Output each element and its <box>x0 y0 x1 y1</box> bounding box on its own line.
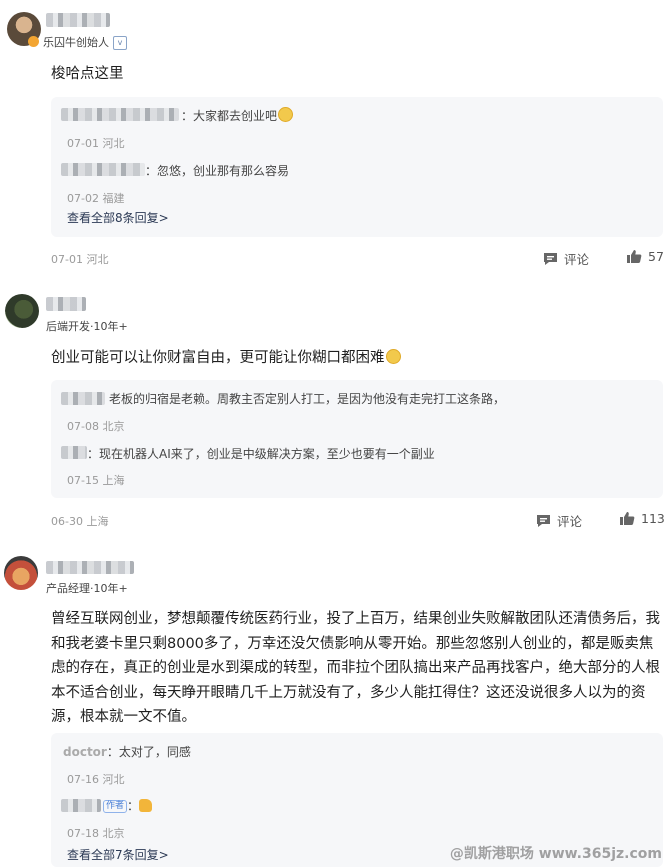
reply-meta: 07-18 北京 <box>67 827 125 840</box>
watermark: @凯斯港职场 www.365jz.com <box>449 846 662 862</box>
reply-username-redacted[interactable] <box>61 163 145 176</box>
username-redacted[interactable] <box>46 561 134 574</box>
like-button[interactable]: 113 <box>619 511 665 526</box>
reply-meta: 07-16 河北 <box>67 773 125 786</box>
comment-button[interactable]: 评论 <box>543 249 589 268</box>
like-count: 57 <box>648 249 664 264</box>
reply-username-redacted[interactable] <box>61 392 105 405</box>
comment-icon <box>544 252 557 265</box>
comment-content: 曾经互联网创业，梦想颠覆传统医药行业，投了上百万，结果创业失败解散团队还清债务后… <box>51 611 660 725</box>
comment-meta: 06-30 上海 <box>51 515 109 528</box>
comment-label: 评论 <box>557 514 583 529</box>
username-redacted[interactable] <box>46 297 86 311</box>
reply-username-redacted[interactable] <box>61 446 87 459</box>
comment-label: 评论 <box>564 252 590 267</box>
username-redacted[interactable] <box>46 13 110 27</box>
reply-meta: 07-15 上海 <box>67 474 125 487</box>
comment-button[interactable]: 评论 <box>536 511 582 530</box>
reply-text: ：大家都去创业吧 <box>181 107 294 124</box>
reply-meta: 07-01 河北 <box>67 137 125 150</box>
reply-box: 老板的归宿是老赖。周教主否定别人打工，是因为他没有走完打工这条路， 07-08 … <box>51 380 663 498</box>
reply-username[interactable]: doctor <box>63 745 107 759</box>
like-button[interactable]: 57 <box>626 249 664 264</box>
comment-content: 梭哈点这里 <box>51 66 124 82</box>
comment-meta: 07-01 河北 <box>51 253 109 266</box>
reply-text: 作者： <box>103 797 153 814</box>
avatar[interactable] <box>5 294 39 328</box>
reply-username-redacted[interactable] <box>61 799 101 812</box>
view-all-replies-link[interactable]: 查看全部7条回复> <box>67 846 169 863</box>
reply-text: ：忽悠，创业那有那么容易 <box>145 164 290 178</box>
reply-meta: 07-02 福建 <box>67 192 125 205</box>
reply-text: 老板的归宿是老赖。周教主否定别人打工，是因为他没有走完打工这条路， <box>109 392 506 406</box>
user-subtitle: 产品经理·10年+ <box>46 582 128 595</box>
author-tag: 作者 <box>103 800 128 813</box>
user-subtitle: 后端开发·10年+ <box>46 320 128 333</box>
avatar[interactable] <box>4 556 38 590</box>
comment-icon <box>537 514 550 527</box>
thumbs-up-emoji <box>139 799 153 812</box>
user-subtitle: 乐囚牛创始人 v <box>28 34 127 50</box>
thumbs-up-icon <box>620 512 635 525</box>
verified-icon: v <box>113 36 127 50</box>
reply-meta: 07-08 北京 <box>67 420 125 433</box>
grin-emoji <box>385 349 401 364</box>
reply-username-redacted[interactable] <box>61 108 179 121</box>
crown-icon <box>28 36 39 47</box>
thumbs-up-icon <box>627 250 642 263</box>
comment-content: 创业可能可以让你财富自由，更可能让你糊口都困难 <box>51 346 651 371</box>
reply-text: ：现在机器人AI来了，创业是中级解决方案，至少也要有一个副业 <box>87 447 435 461</box>
like-count: 113 <box>641 511 665 526</box>
view-all-replies-link[interactable]: 查看全部8条回复> <box>67 209 169 226</box>
reply-text: doctor：太对了，同感 <box>63 745 191 759</box>
grin-emoji <box>278 107 294 122</box>
reply-box: ：大家都去创业吧 07-01 河北 ：忽悠，创业那有那么容易 07-02 福建 … <box>51 97 663 237</box>
